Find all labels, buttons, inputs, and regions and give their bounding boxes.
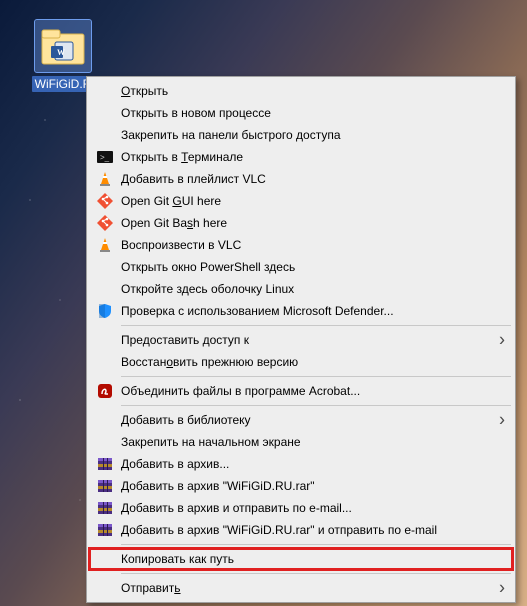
menu-git-gui[interactable]: Open Git GUI here — [89, 190, 513, 212]
menu-item-label: Добавить в архив... — [117, 457, 487, 471]
terminal-icon: >_ — [93, 149, 117, 165]
menu-separator — [121, 325, 511, 326]
menu-item-label: Откройте здесь оболочку Linux — [117, 282, 487, 296]
menu-item-label: Добавить в архив "WiFiGiD.RU.rar" и отпр… — [117, 523, 487, 537]
menu-open[interactable]: Открыть — [89, 80, 513, 102]
menu-item-label: Копировать как путь — [117, 552, 487, 566]
chevron-right-icon: › — [499, 578, 505, 599]
vlc-icon — [93, 171, 117, 187]
menu-item-label: Воспроизвести в VLC — [117, 238, 487, 252]
menu-rar-add-named[interactable]: Добавить в архив "WiFiGiD.RU.rar" — [89, 475, 513, 497]
menu-item-label: Открыть в Терминале — [117, 150, 487, 164]
menu-item-label: Открыть — [117, 84, 487, 98]
svg-text:W: W — [57, 48, 65, 57]
git-icon — [93, 215, 117, 231]
menu-copy-path[interactable]: Копировать как путь — [89, 548, 513, 570]
menu-share[interactable]: Предоставить доступ к › — [89, 329, 513, 351]
menu-acrobat[interactable]: Объединить файлы в программе Acrobat... — [89, 380, 513, 402]
menu-rar-email-named[interactable]: Добавить в архив "WiFiGiD.RU.rar" и отпр… — [89, 519, 513, 541]
menu-separator — [121, 376, 511, 377]
menu-defender[interactable]: Проверка с использованием Microsoft Defe… — [89, 300, 513, 322]
menu-vlc-playlist[interactable]: Добавить в плейлист VLC — [89, 168, 513, 190]
menu-item-label: Восстановить прежнюю версию — [117, 355, 487, 369]
menu-powershell[interactable]: Открыть окно PowerShell здесь — [89, 256, 513, 278]
menu-item-label: Open Git Bash here — [117, 216, 487, 230]
menu-item-label: Предоставить доступ к — [117, 333, 487, 347]
menu-pin-quick[interactable]: Закрепить на панели быстрого доступа — [89, 124, 513, 146]
rar-icon — [93, 456, 117, 472]
menu-rar-email[interactable]: Добавить в архив и отправить по e-mail..… — [89, 497, 513, 519]
defender-icon — [93, 303, 117, 319]
menu-item-label: Проверка с использованием Microsoft Defe… — [117, 304, 487, 318]
rar-icon — [93, 500, 117, 516]
menu-library[interactable]: Добавить в библиотеку › — [89, 409, 513, 431]
rar-icon — [93, 478, 117, 494]
menu-separator — [121, 405, 511, 406]
menu-linux-shell[interactable]: Откройте здесь оболочку Linux — [89, 278, 513, 300]
vlc-icon — [93, 237, 117, 253]
svg-text:>_: >_ — [100, 153, 110, 162]
menu-item-label: Добавить в архив "WiFiGiD.RU.rar" — [117, 479, 487, 493]
menu-separator — [121, 544, 511, 545]
menu-open-new-process[interactable]: Открыть в новом процессе — [89, 102, 513, 124]
menu-send-to[interactable]: Отправить › — [89, 577, 513, 599]
menu-git-bash[interactable]: Open Git Bash here — [89, 212, 513, 234]
menu-item-label: Закрепить на начальном экране — [117, 435, 487, 449]
chevron-right-icon: › — [499, 410, 505, 431]
git-icon — [93, 193, 117, 209]
folder-icon: W — [35, 20, 91, 72]
menu-open-terminal[interactable]: >_ Открыть в Терминале — [89, 146, 513, 168]
desktop-file-label: WiFiGiD.R — [32, 76, 95, 92]
menu-item-label: Открыть окно PowerShell здесь — [117, 260, 487, 274]
menu-rar-add[interactable]: Добавить в архив... — [89, 453, 513, 475]
rar-icon — [93, 522, 117, 538]
context-menu: Открыть Открыть в новом процессе Закрепить… — [86, 76, 516, 603]
menu-item-label: Объединить файлы в программе Acrobat... — [117, 384, 487, 398]
menu-item-label: Открыть в новом процессе — [117, 106, 487, 120]
menu-item-label: Добавить в библиотеку — [117, 413, 487, 427]
chevron-right-icon: › — [499, 330, 505, 351]
menu-pin-start[interactable]: Закрепить на начальном экране — [89, 431, 513, 453]
menu-item-label: Open Git GUI here — [117, 194, 487, 208]
menu-restore[interactable]: Восстановить прежнюю версию — [89, 351, 513, 373]
menu-item-label: Добавить в архив и отправить по e-mail..… — [117, 501, 487, 515]
desktop: W WiFiGiD.R Открыть Открыть в новом проце… — [0, 0, 527, 606]
menu-item-label: Закрепить на панели быстрого доступа — [117, 128, 487, 142]
menu-vlc-play[interactable]: Воспроизвести в VLC — [89, 234, 513, 256]
menu-item-label: Отправить — [117, 581, 487, 595]
menu-separator — [121, 573, 511, 574]
menu-item-label: Добавить в плейлист VLC — [117, 172, 487, 186]
acrobat-icon — [93, 383, 117, 399]
